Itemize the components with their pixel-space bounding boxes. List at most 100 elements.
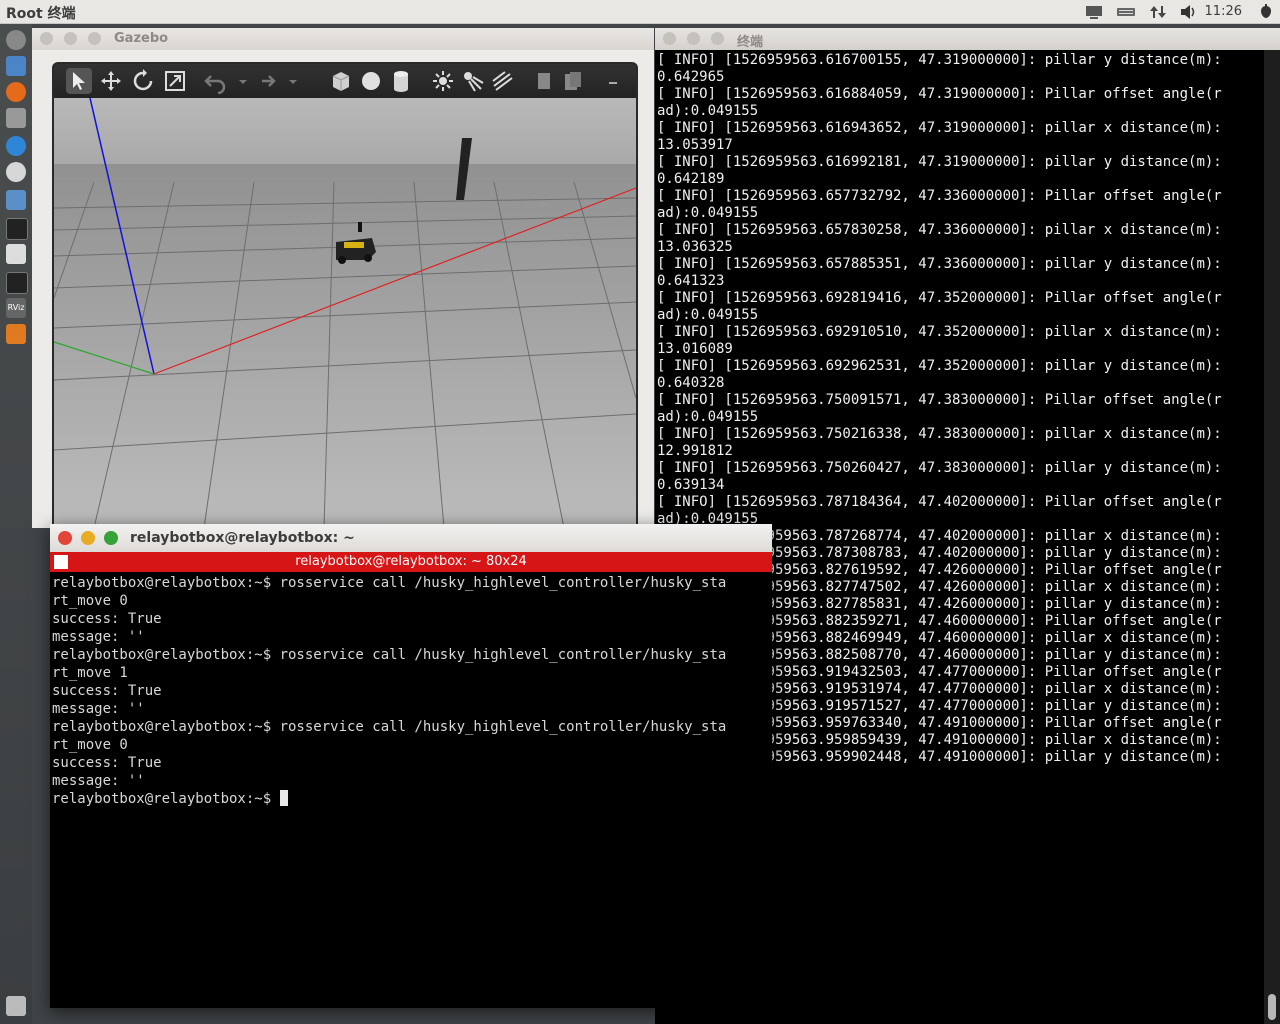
scene-render <box>54 98 636 528</box>
settings-icon[interactable] <box>6 162 26 182</box>
terminal-line: rt_move 1 <box>52 665 128 681</box>
log-line: 0.642189 <box>657 171 725 187</box>
terminal-line: success: True <box>52 683 162 699</box>
maximize-button[interactable] <box>104 531 118 545</box>
rqt-icon[interactable] <box>6 190 26 210</box>
terminal-small-titlebar[interactable]: relaybotbox@relaybotbox: ~ <box>50 524 772 552</box>
paste-icon[interactable] <box>560 68 586 94</box>
log-line: [ INFO] [1526959563.616992181, 47.319000… <box>657 154 1222 170</box>
minimize-button[interactable] <box>81 531 95 545</box>
log-line: [ INFO] [1526959563.692819416, 47.352000… <box>657 290 1222 306</box>
terminal-line: success: True <box>52 611 162 627</box>
terminal-line: rt_move 0 <box>52 737 128 753</box>
gazebo-3d-viewport[interactable] <box>54 98 636 528</box>
undo-history-dropdown[interactable] <box>230 68 247 94</box>
log-line: [ INFO] [1526959563.657830258, 47.336000… <box>657 222 1222 238</box>
network-icon[interactable] <box>1084 3 1104 21</box>
log-line: [ INFO] [1526959563.750260427, 47.383000… <box>657 460 1222 476</box>
log-line: ad):0.049155 <box>657 205 759 221</box>
minimize-button[interactable] <box>687 32 700 45</box>
transfer-icon[interactable] <box>1148 3 1168 21</box>
close-button[interactable] <box>58 531 72 545</box>
terminal-line: success: True <box>52 755 162 771</box>
text-cursor <box>279 790 288 806</box>
log-line: [ INFO] [1526959563.692962531, 47.352000… <box>657 358 1222 374</box>
gazebo-main-frame <box>52 62 638 532</box>
terminal-icon[interactable] <box>6 272 28 294</box>
trash-icon[interactable] <box>6 996 26 1016</box>
editor-icon[interactable] <box>6 244 26 264</box>
translate-mode-icon[interactable] <box>98 68 124 94</box>
clock[interactable]: 11:26 <box>1205 4 1242 19</box>
window-title: 终端 <box>737 35 764 50</box>
terminal-line: message: '' <box>52 701 145 717</box>
log-line: 12.991812 <box>657 443 733 459</box>
sphere-shape-icon[interactable] <box>358 68 384 94</box>
terminal-line: relaybotbox@relaybotbox:~$ rosservice ca… <box>52 647 727 663</box>
select-mode-icon[interactable] <box>66 68 92 94</box>
keyboard-icon[interactable] <box>1116 3 1136 21</box>
cylinder-shape-icon[interactable] <box>388 68 414 94</box>
terminal-right-titlebar[interactable]: 终端 <box>655 28 1280 50</box>
log-line: 0.642965 <box>657 69 725 85</box>
terminal-line: rt_move 0 <box>52 593 128 609</box>
log-line: ad):0.049155 <box>657 307 759 323</box>
volume-icon[interactable] <box>1178 3 1198 21</box>
prompt-line[interactable]: relaybotbox@relaybotbox:~$ <box>52 790 772 808</box>
gazebo-window: Gazebo <box>32 28 654 532</box>
redo-history-dropdown[interactable] <box>280 68 297 94</box>
rotate-mode-icon[interactable] <box>130 68 156 94</box>
close-button[interactable] <box>40 32 53 45</box>
package-icon[interactable] <box>6 108 26 128</box>
box-shape-icon[interactable] <box>328 68 354 94</box>
log-line: [ INFO] [1526959563.616700155, 47.319000… <box>657 52 1222 68</box>
terminal-icon[interactable] <box>6 218 28 240</box>
gazebo-titlebar[interactable]: Gazebo <box>32 28 654 50</box>
log-line: [ INFO] [1526959563.787184364, 47.402000… <box>657 494 1222 510</box>
window-title: relaybotbox@relaybotbox: ~ <box>130 530 355 546</box>
undo-icon[interactable] <box>202 68 228 95</box>
maximize-button[interactable] <box>88 32 101 45</box>
terminal-header-bar: relaybotbox@relaybotbox: ~ 80x24 <box>50 552 772 572</box>
log-line: [ INFO] [1526959563.657885351, 47.336000… <box>657 256 1222 272</box>
log-line: [ INFO] [1526959563.692910510, 47.352000… <box>657 324 1222 340</box>
log-line: 13.053917 <box>657 137 733 153</box>
terminal-right-scrollbar[interactable] <box>1264 50 1280 1024</box>
minimize-button[interactable] <box>64 32 77 45</box>
log-line: [ INFO] [1526959563.616884059, 47.319000… <box>657 86 1222 102</box>
terminal-line: message: '' <box>52 629 145 645</box>
software-icon[interactable] <box>6 324 26 344</box>
terminal-small-output[interactable]: relaybotbox@relaybotbox:~$ rosservice ca… <box>52 574 772 1008</box>
firefox-icon[interactable] <box>6 82 26 102</box>
power-gear-icon[interactable] <box>1256 3 1276 21</box>
log-line: 13.036325 <box>657 239 733 255</box>
copy-icon[interactable] <box>532 68 558 94</box>
log-line: [ INFO] [1526959563.750216338, 47.383000… <box>657 426 1222 442</box>
log-line: ad):0.049155 <box>657 409 759 425</box>
log-line: 13.016089 <box>657 341 733 357</box>
maximize-button[interactable] <box>711 32 724 45</box>
files-icon[interactable] <box>6 56 26 76</box>
launcher: RViz <box>0 24 32 1024</box>
scale-mode-icon[interactable] <box>162 68 188 94</box>
scrollbar-thumb[interactable] <box>1268 994 1276 1020</box>
toolbar-overflow-icon[interactable] <box>600 68 617 94</box>
gazebo-toolbar <box>54 64 636 98</box>
prompt: relaybotbox@relaybotbox:~$ <box>52 791 280 807</box>
rviz-icon[interactable] <box>6 136 26 156</box>
terminal-header-title: relaybotbox@relaybotbox: ~ 80x24 <box>295 554 527 569</box>
spot-light-icon[interactable] <box>460 68 486 94</box>
ubuntu-dash-icon[interactable] <box>6 30 26 50</box>
window-title: Gazebo <box>114 31 169 46</box>
terminal-line: message: '' <box>52 773 145 789</box>
log-line: [ INFO] [1526959563.657732792, 47.336000… <box>657 188 1222 204</box>
log-line: 0.641323 <box>657 273 725 289</box>
active-app-title: Root 终端 <box>6 6 76 22</box>
log-line: 0.640328 <box>657 375 725 391</box>
close-button[interactable] <box>663 32 676 45</box>
directional-light-icon[interactable] <box>490 68 516 94</box>
redo-icon[interactable] <box>252 68 278 94</box>
terminal-line: relaybotbox@relaybotbox:~$ rosservice ca… <box>52 575 727 591</box>
rviz-icon[interactable]: RViz <box>6 298 26 318</box>
point-light-icon[interactable] <box>430 68 456 94</box>
